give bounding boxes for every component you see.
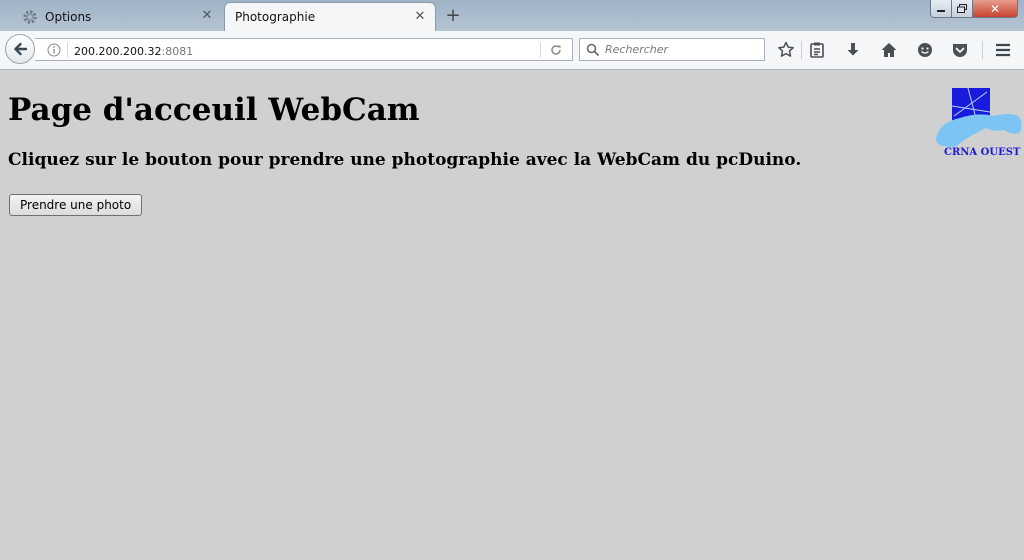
arrow-left-icon [14, 42, 28, 56]
url-text: 200.200.200.32:8081 [74, 40, 193, 59]
url-host: 200.200.200.32 [74, 45, 162, 58]
hamburger-menu-icon[interactable] [993, 40, 1013, 60]
take-photo-button[interactable]: Prendre une photo [9, 194, 143, 216]
info-icon[interactable] [47, 43, 61, 57]
tab-bar: Options ✕ Photographie ✕ + ✕ [0, 0, 1024, 31]
search-bar[interactable] [579, 38, 765, 61]
pocket-icon[interactable] [950, 40, 970, 60]
back-button[interactable] [5, 34, 35, 64]
close-tab-photographie-icon[interactable]: ✕ [413, 9, 427, 24]
restore-icon[interactable] [952, 0, 973, 18]
navigation-toolbar: 200.200.200.32:8081 [0, 31, 1024, 70]
download-icon[interactable] [843, 40, 863, 60]
search-icon [586, 43, 600, 57]
url-reload-divider [540, 42, 541, 57]
minimize-icon[interactable] [930, 0, 952, 18]
instructions-text: Cliquez sur le bouton pour prendre une p… [8, 150, 802, 170]
url-bar[interactable]: 200.200.200.32:8081 [35, 38, 573, 61]
bookmark-star-icon[interactable] [776, 40, 796, 60]
reload-icon[interactable] [549, 43, 563, 57]
url-port: :8081 [161, 45, 194, 58]
url-divider [67, 42, 68, 57]
new-tab-icon[interactable]: + [444, 5, 462, 26]
home-icon[interactable] [879, 40, 899, 60]
tab-options[interactable]: Options ✕ [8, 2, 222, 31]
tab-options-label: Options [45, 9, 92, 24]
logo-text: CRNA OUEST [944, 147, 1021, 158]
gear-icon [22, 9, 38, 25]
bookmarks-menu-icon[interactable] [807, 40, 827, 60]
search-input[interactable] [605, 43, 755, 56]
close-window-icon[interactable]: ✕ [973, 0, 1018, 18]
page-content: Page d'acceuil WebCam Cliquez sur le bou… [0, 70, 1024, 560]
page-title: Page d'acceuil WebCam [8, 92, 420, 128]
toolbar-divider [801, 41, 802, 59]
toolbar-divider [982, 41, 983, 59]
hello-chat-icon[interactable] [915, 40, 935, 60]
tab-photographie-label: Photographie [235, 10, 316, 24]
close-tab-options-icon[interactable]: ✕ [200, 8, 214, 23]
window-controls: ✕ [930, 0, 1018, 19]
tab-photographie[interactable]: Photographie ✕ [224, 2, 436, 31]
